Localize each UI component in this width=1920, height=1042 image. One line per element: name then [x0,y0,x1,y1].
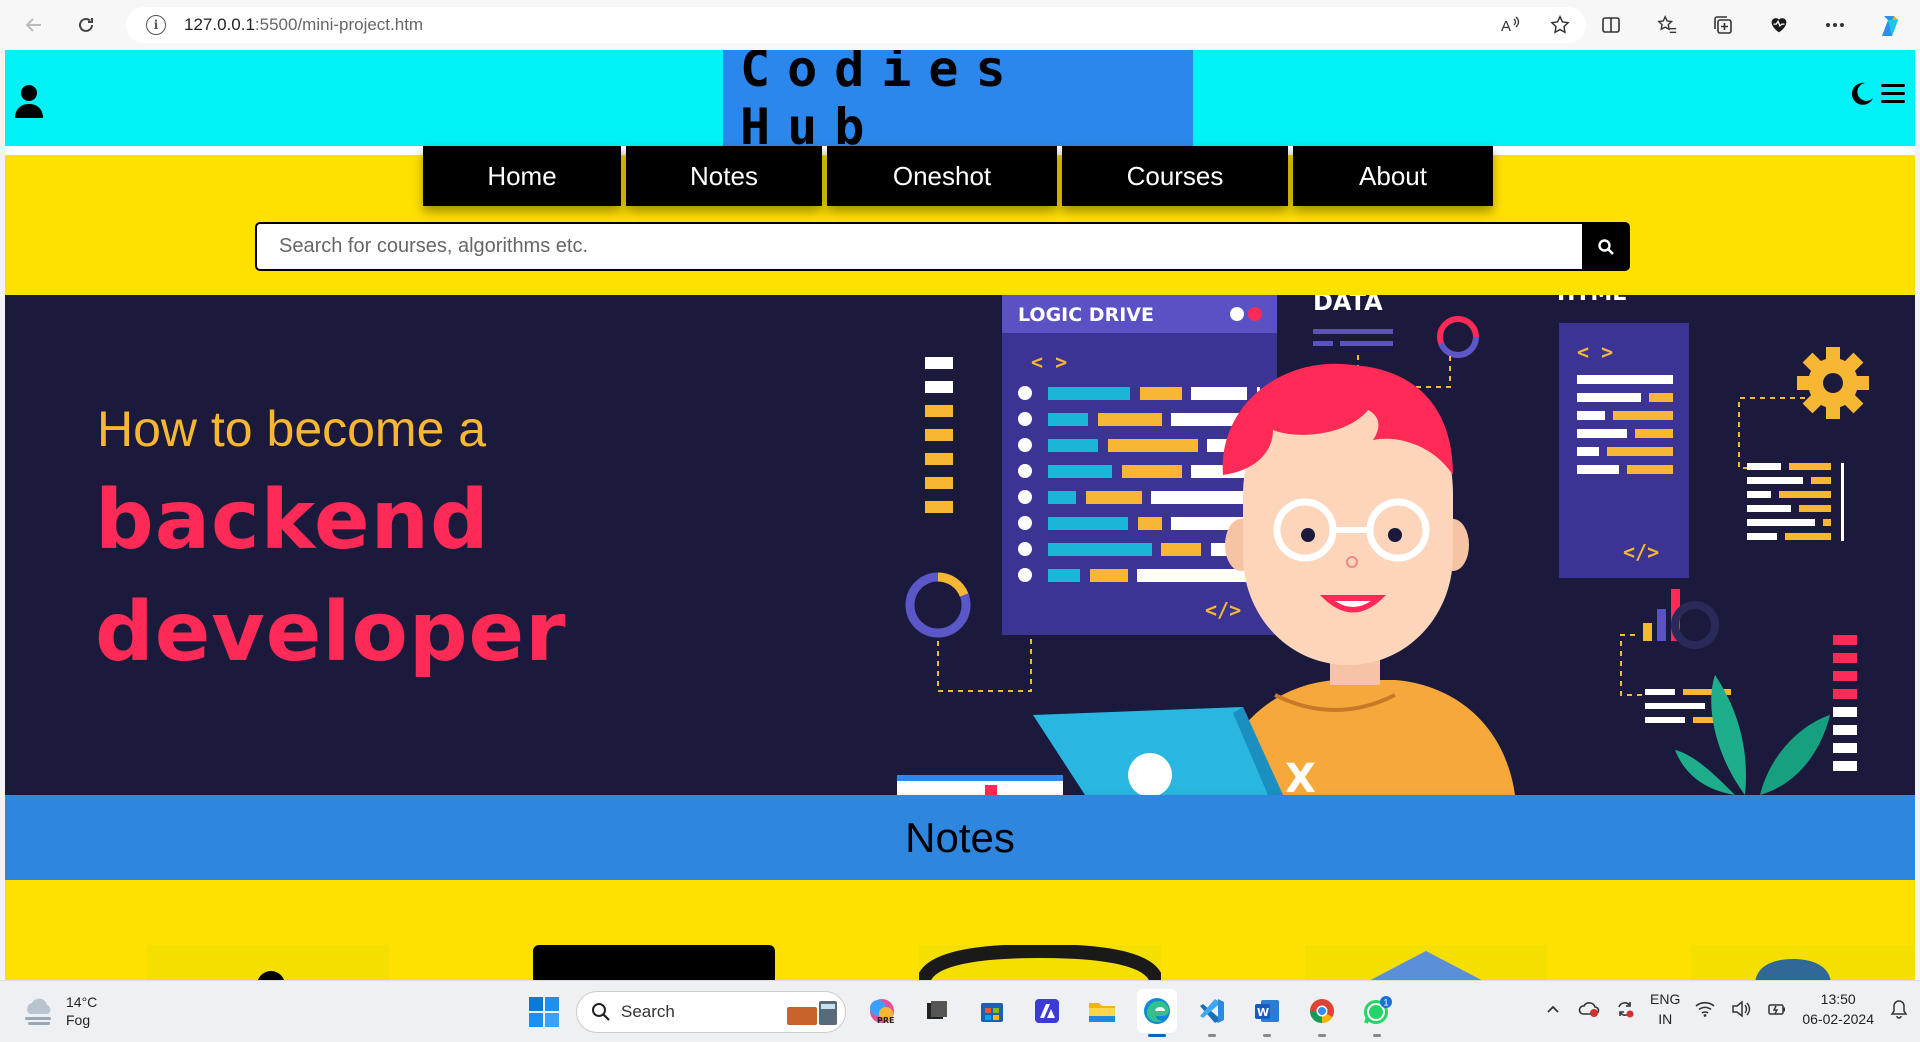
search-icon [1598,238,1614,255]
windows-logo-icon [529,997,559,1027]
data-label: DATA [1313,295,1383,316]
svg-text:< >: < > [1031,350,1067,374]
taskbar-file-manager[interactable] [917,989,957,1033]
taskbar-chrome[interactable] [1302,989,1342,1037]
nav-home[interactable]: Home [423,146,621,206]
search-input[interactable] [255,222,1582,271]
notifications-icon[interactable] [1888,998,1910,1020]
laptop [897,707,1283,795]
site-header: Codies Hub [5,50,1915,156]
developer-illustration: LOGIC DRIVE < > </> DATA < > </> X [897,295,1869,795]
brand-title: Codies Hub [740,50,1023,156]
notes-cards-area [5,880,1915,980]
taskbar-search-label: Search [621,1002,675,1021]
note-card[interactable] [916,943,1164,980]
start-button[interactable] [528,996,560,1028]
html-panel: HTML < > </> [1557,295,1689,578]
clock[interactable]: 13:50 06-02-2024 [1802,989,1874,1029]
info-icon[interactable]: i [146,15,166,35]
search-icon [592,1003,610,1021]
wifi-icon[interactable] [1694,998,1716,1020]
site-search [255,222,1630,271]
svg-text:</>: </> [1623,540,1659,564]
notes-section-header: Notes [5,795,1915,880]
hero-title-line1: backend [95,473,490,568]
taskbar-file-explorer[interactable] [1082,989,1122,1033]
svg-text:</>: </> [1205,598,1241,622]
developer-character: X [1215,363,1515,795]
taskbar-copilot[interactable]: PRE [862,989,902,1033]
hero-subtitle: How to become a [97,401,487,457]
note-card[interactable] [1305,945,1547,980]
note-card[interactable] [1691,945,1915,980]
svg-text:< >: < > [1577,340,1613,364]
brand-logo-box: Codies Hub [723,50,1193,156]
section-title: Notes [905,813,1015,861]
shirt-x-mark: X [1285,756,1316,795]
language-indicator[interactable]: ENG IN [1650,989,1680,1029]
read-aloud-icon[interactable]: A [1496,11,1524,39]
browser-health-icon[interactable] [1758,5,1800,45]
gear-icon [1797,347,1869,419]
favorite-star-icon[interactable] [1546,11,1574,39]
svg-text:W: W [1257,1006,1269,1019]
nav-courses[interactable]: Courses [1062,146,1288,206]
taskbar-store[interactable] [972,989,1012,1033]
onedrive-error-icon[interactable] [1578,998,1600,1020]
collections-icon[interactable] [1702,5,1744,45]
url-text: 127.0.0.1:5500/mini-project.htm [184,15,424,34]
hero-title-line2: developer [95,585,567,680]
chevron-up-icon[interactable] [1542,998,1564,1020]
taskbar-search[interactable]: Search [576,991,846,1033]
weather-description: Fog [66,1012,91,1028]
main-nav: Home Notes Oneshot Courses About [423,146,1493,206]
weather-temperature: 14°C [66,994,98,1010]
taskbar-word[interactable]: W [1247,989,1287,1037]
windows-taskbar: 14°C Fog Search PRE W 1 ENG IN 13:50 06-02… [0,980,1920,1042]
split-screen-icon[interactable] [1590,5,1632,45]
taskbar-edge[interactable] [1137,989,1177,1037]
copilot-icon[interactable] [1870,5,1912,45]
nav-about[interactable]: About [1293,146,1493,206]
fog-cloud-icon [25,998,51,1025]
note-card[interactable] [147,945,389,980]
system-tray: ENG IN 13:50 06-02-2024 [1542,989,1910,1029]
hero-banner[interactable]: How to become a backend developer LOGIC [5,295,1915,795]
volume-icon[interactable] [1730,998,1752,1020]
address-bar[interactable]: i 127.0.0.1:5500/mini-project.htm A [126,7,1586,43]
web-page: Codies Hub Home Notes Oneshot Courses Ab… [5,50,1915,980]
sync-icon[interactable] [1614,998,1636,1020]
svg-text:HTML: HTML [1557,295,1626,306]
back-button[interactable] [14,5,54,45]
battery-icon[interactable] [1766,998,1788,1020]
arrow-left-icon [25,18,41,32]
left-bar-stack [925,357,953,513]
nav-notes[interactable]: Notes [626,146,822,206]
user-icon[interactable] [13,84,45,118]
menu-hamburger-icon[interactable] [1879,82,1907,110]
more-options-icon[interactable] [1814,5,1856,45]
nav-oneshot[interactable]: Oneshot [827,146,1057,206]
reload-icon [79,17,93,32]
whatsapp-badge: 1 [1384,998,1389,1008]
favorites-icon[interactable] [1646,5,1688,45]
search-highlight-icon [787,1001,837,1025]
reload-button[interactable] [66,5,106,45]
svg-text:PRE: PRE [877,1016,895,1025]
taskbar-visual-studio[interactable] [1027,989,1067,1033]
taskbar-whatsapp[interactable]: 1 [1357,989,1397,1037]
note-card[interactable] [533,945,775,980]
dark-mode-moon-icon[interactable] [1847,80,1875,112]
browser-toolbar: i 127.0.0.1:5500/mini-project.htm A [0,0,1920,50]
svg-text:A: A [1501,18,1511,35]
weather-widget[interactable]: 14°C Fog [22,993,97,1029]
search-button[interactable] [1582,222,1630,271]
taskbar-vscode[interactable] [1192,989,1232,1037]
logic-drive-label: LOGIC DRIVE [1018,304,1154,326]
